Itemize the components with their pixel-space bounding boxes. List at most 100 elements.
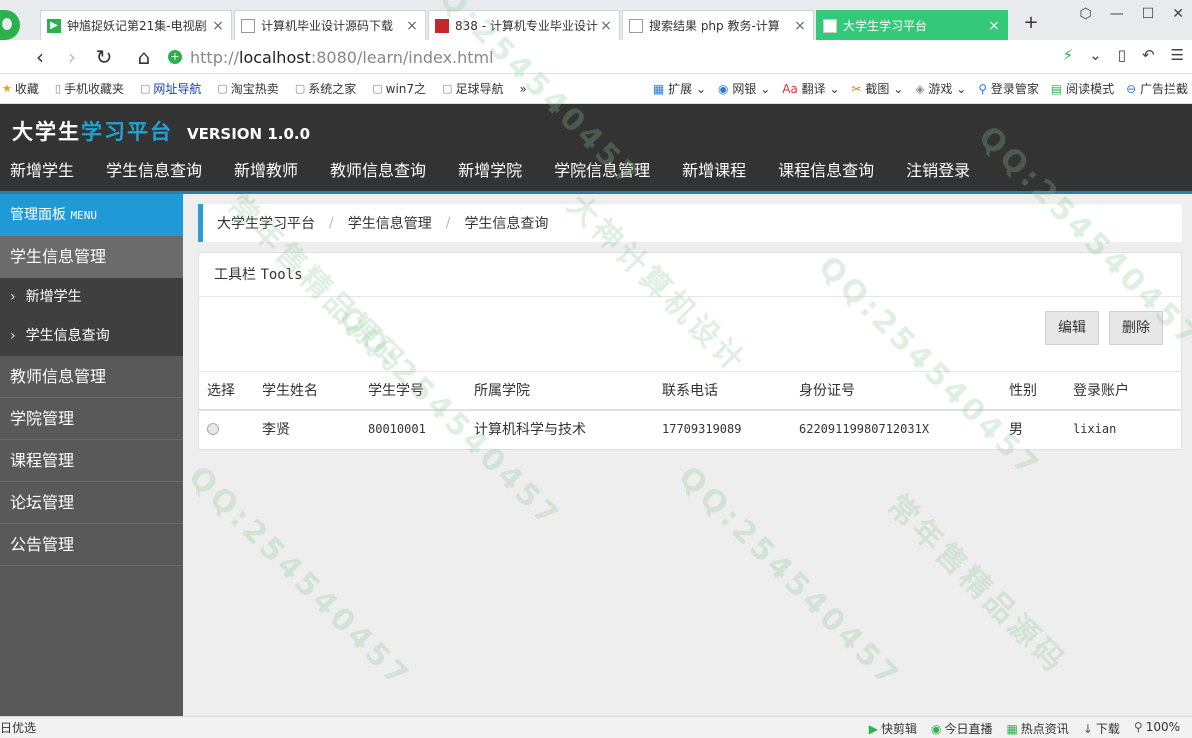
nav-college-manage[interactable]: 学院信息管理 [544, 160, 660, 182]
tab-title: 838 - 计算机专业毕业设计 [455, 19, 598, 33]
sidebar-group-college[interactable]: 学院管理 [0, 398, 183, 440]
breadcrumb-separator: / [329, 215, 334, 231]
college-cell: 计算机科学与技术 [474, 422, 586, 438]
app-logo[interactable]: 大学生学习平台 VERSION 1.0.0 [12, 116, 310, 146]
nav-add-course[interactable]: 新增课程 [672, 160, 756, 182]
maximize-icon[interactable]: ☐ [1142, 6, 1155, 22]
status-item-clip[interactable]: ▶ 快剪辑 [869, 720, 917, 737]
bank-tool[interactable]: ◉ 网银 ⌄ [718, 80, 770, 97]
breadcrumb-item[interactable]: 学生信息管理 [348, 213, 432, 233]
sidebar-group-student[interactable]: 学生信息管理 [0, 236, 183, 278]
breadcrumb-item[interactable]: 大学生学习平台 [217, 213, 315, 233]
url-input[interactable]: + http://localhost:8080/learn/index.html [168, 44, 998, 70]
sidebar-group-teacher[interactable]: 教师信息管理 [0, 356, 183, 398]
close-icon[interactable]: × [405, 18, 419, 34]
bookmark-item[interactable]: ▢ 足球导航 [442, 80, 503, 97]
student-id-cell: 80010001 [368, 422, 426, 436]
nav-add-student[interactable]: 新增学生 [0, 160, 84, 182]
nav-student-query[interactable]: 学生信息查询 [96, 160, 212, 182]
close-icon[interactable]: × [599, 18, 613, 34]
table-header-row: 选择 学生姓名 学生学号 所属学院 联系电话 身份证号 性别 登录账户 [199, 371, 1181, 411]
phone-icon[interactable]: ▯ [1118, 46, 1126, 64]
close-window-icon[interactable]: ✕ [1172, 6, 1184, 22]
new-tab-button[interactable]: + [1020, 12, 1042, 36]
status-item-live[interactable]: ◉ 今日直播 [931, 720, 993, 737]
reload-icon[interactable]: ↻ [92, 45, 116, 69]
bookmark-item[interactable]: ▢ 系统之家 [295, 80, 356, 97]
delete-button[interactable]: 删除 [1109, 311, 1163, 345]
row-radio[interactable] [207, 423, 219, 435]
row-select-cell [199, 410, 262, 448]
nav-add-college[interactable]: 新增学院 [448, 160, 532, 182]
login-tool[interactable]: ⚲ 登录管家 [978, 80, 1039, 97]
window-controls: ⬡ — ☐ ✕ [1079, 6, 1184, 22]
back-icon[interactable]: ‹ [28, 45, 52, 69]
column-header: 学生姓名 [262, 371, 368, 411]
nav-teacher-query[interactable]: 教师信息查询 [320, 160, 436, 182]
status-left-text[interactable]: 日优选 [0, 719, 36, 736]
status-item-download[interactable]: ↓ 下载 [1083, 720, 1120, 737]
sidebar-item-add-student[interactable]: › 新增学生 [0, 278, 183, 317]
bookmark-item[interactable]: ▢ win7之 [372, 80, 426, 97]
adblock-tool[interactable]: ⊖ 广告拦截 [1126, 80, 1188, 97]
close-icon[interactable]: × [793, 18, 807, 34]
globe-icon: ◉ [718, 82, 729, 96]
forward-icon[interactable]: › [60, 45, 84, 69]
status-bar: 日优选 ▶ 快剪辑 ◉ 今日直播 ▦ 热点资讯 ↓ 下载 ⚲ 100% [0, 716, 1192, 738]
menu-icon[interactable]: ☰ [1171, 46, 1184, 64]
tab-title: 大学生学习平台 [843, 19, 928, 33]
nav-logout[interactable]: 注销登录 [896, 160, 980, 182]
browser-tab-1[interactable]: ▶ 钟馗捉妖记第21集-电视剧 × [40, 10, 232, 40]
toolbar: 编辑 删除 [199, 297, 1181, 371]
phone-icon: ▯ [54, 82, 61, 95]
breadcrumb: 大学生学习平台 / 学生信息管理 / 学生信息查询 [198, 204, 1182, 242]
speed-icon[interactable]: ⚡ [1063, 46, 1074, 64]
bookmark-item[interactable]: ▯ 手机收藏夹 [55, 80, 124, 97]
zoom-icon: ⚲ [1133, 720, 1143, 734]
undo-icon[interactable]: ↶ [1142, 46, 1155, 64]
game-tool[interactable]: ◈ 游戏 ⌄ [915, 80, 966, 97]
skin-icon[interactable]: ⬡ [1079, 6, 1091, 22]
main-content: 大学生学习平台 / 学生信息管理 / 学生信息查询 工具栏 Tools 编辑 删… [183, 194, 1192, 716]
edit-button[interactable]: 编辑 [1045, 311, 1099, 345]
bookmarks-more-button[interactable]: » [519, 82, 526, 96]
translate-tool[interactable]: Aa 翻译 ⌄ [782, 80, 839, 97]
screenshot-tool[interactable]: ✂ 截图 ⌄ [852, 80, 904, 97]
browser-tab-5[interactable]: 大学生学习平台 × [816, 10, 1008, 40]
scissors-icon: ✂ [851, 82, 862, 96]
table-row[interactable]: 李贤 80010001 计算机科学与技术 17709319089 6220911… [199, 410, 1181, 448]
bookmark-item[interactable]: ▢ 网址导航 [140, 80, 201, 97]
browser-tab-2[interactable]: 计算机毕业设计源码下载 × [234, 10, 426, 40]
browser-tab-bar: ▶ 钟馗捉妖记第21集-电视剧 × 计算机毕业设计源码下载 × 838 - 计算… [0, 0, 1192, 40]
close-icon[interactable]: × [987, 18, 1001, 34]
star-icon: ★ [2, 82, 12, 95]
nav-add-teacher[interactable]: 新增教师 [224, 160, 308, 182]
address-bar: ‹ › ↻ ⌂ + http://localhost:8080/learn/in… [0, 40, 1192, 74]
sidebar-group-course[interactable]: 课程管理 [0, 440, 183, 482]
page-icon: ▢ [442, 82, 453, 95]
reader-tool[interactable]: ▤ 阅读模式 [1051, 80, 1114, 97]
sidebar-item-student-query[interactable]: › 学生信息查询 [0, 317, 183, 356]
status-item-zoom[interactable]: ⚲ 100% [1134, 720, 1180, 737]
minimize-icon[interactable]: — [1110, 6, 1124, 22]
dropdown-icon[interactable]: ⌄ [1089, 46, 1102, 64]
column-header: 性别 [1009, 371, 1073, 411]
panel-title: 管理面板 MENU [0, 194, 183, 236]
nav-course-query[interactable]: 课程信息查询 [768, 160, 884, 182]
page-icon: ▢ [294, 82, 306, 95]
browser-tab-4[interactable]: 搜索结果 php 教务-计算 × [622, 10, 814, 40]
extension-tool[interactable]: ▦ 扩展 ⌄ [653, 80, 706, 97]
puzzle-icon: ▦ [652, 82, 665, 96]
bookmark-item[interactable]: ▢ 淘宝热卖 [217, 80, 278, 97]
tab-title: 搜索结果 php 教务-计算 [649, 19, 780, 33]
close-icon[interactable]: × [211, 18, 225, 34]
browser-tab-3[interactable]: 838 - 计算机专业毕业设计 × [428, 10, 620, 40]
sidebar-group-forum[interactable]: 论坛管理 [0, 482, 183, 524]
tab-title: 钟馗捉妖记第21集-电视剧 [67, 19, 207, 33]
sidebar-group-notice[interactable]: 公告管理 [0, 524, 183, 566]
download-icon: ↓ [1082, 722, 1093, 736]
status-item-news[interactable]: ▦ 热点资讯 [1006, 720, 1068, 737]
home-icon[interactable]: ⌂ [132, 45, 156, 69]
url-host: localhost [239, 47, 311, 67]
bookmark-item[interactable]: ★ 收藏 [2, 80, 39, 97]
